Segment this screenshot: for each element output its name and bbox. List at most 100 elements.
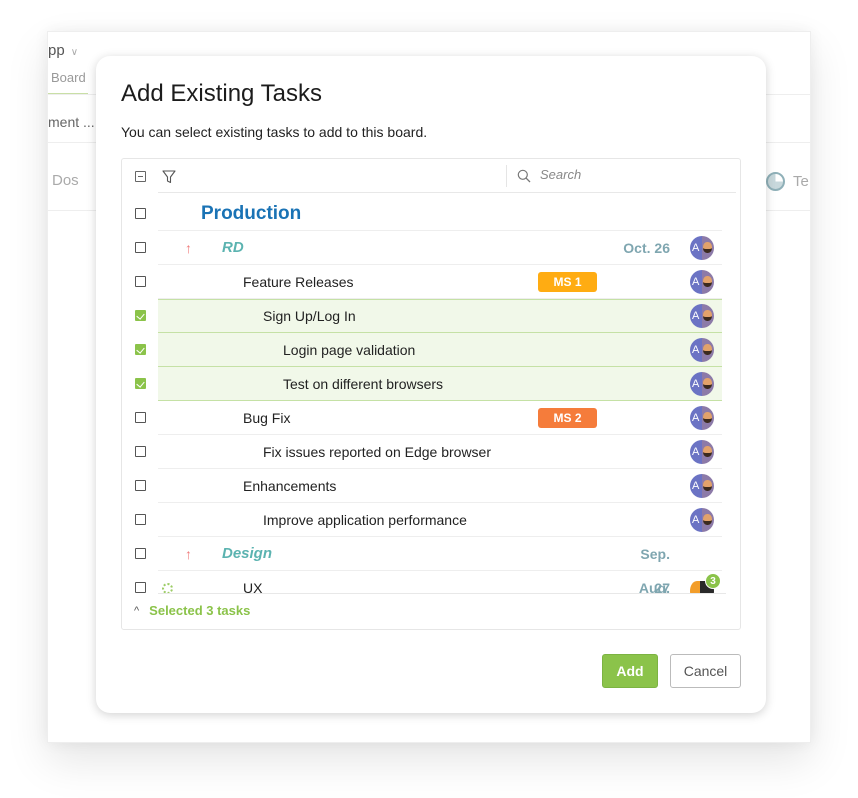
task-row[interactable]: Sign Up/Log In A [122,299,736,333]
cancel-button[interactable]: Cancel [670,654,741,688]
task-name: Sign Up/Log In [263,308,356,324]
avatar-initial: A [692,480,700,492]
add-button[interactable]: Add [602,654,658,688]
assignee-avatar: A [690,372,714,396]
task-name: Feature Releases [243,274,354,290]
task-name: UX [243,580,263,593]
avatar-photo [703,514,712,525]
task-row[interactable]: Enhancements A [122,469,736,503]
task-name: Enhancements [243,478,337,494]
assignee-avatar: A [690,508,714,532]
avatar-photo [703,276,712,287]
assignee-avatar: A [690,338,714,362]
avatar-initial: A [692,344,700,356]
row-checkbox[interactable] [135,242,146,253]
assignee-avatar: A [690,440,714,464]
row-checkbox[interactable] [135,480,146,491]
selected-tasks-toggle[interactable]: ^ Selected 3 tasks [134,603,250,618]
in-progress-status-icon [162,583,173,593]
avatar-photo [703,344,712,355]
filter-icon[interactable] [161,169,177,185]
assignee-avatar: A [690,406,714,430]
row-checkbox[interactable] [135,412,146,423]
dialog-subtitle: You can select existing tasks to add to … [121,124,428,140]
row-background [158,299,722,333]
row-checkbox[interactable] [135,582,146,593]
add-existing-tasks-dialog: Add Existing Tasks You can select existi… [96,56,766,713]
search-icon [517,169,531,183]
assignee-count-badge: 3 [705,573,721,589]
avatar-photo [703,412,712,423]
avatar-photo [703,446,712,457]
task-row[interactable]: Feature Releases MS 1 A [122,265,736,299]
avatar-photo [703,378,712,389]
toolbar-separator [506,165,507,187]
assignee-avatar-group: 3 [690,573,721,593]
column-header-right: Te [766,172,809,191]
task-row[interactable]: Test on different browsers A [122,367,736,401]
avatar-photo [703,310,712,321]
row-checkbox[interactable] [135,446,146,457]
avatar-initial: A [692,276,700,288]
task-name: Improve application performance [263,512,467,528]
selected-count-label: Selected 3 tasks [149,603,251,618]
avatar-initial: A [692,242,700,254]
chevron-up-icon: ^ [134,604,140,617]
milestone-badge: MS 1 [538,272,597,292]
priority-up-arrow-icon: ↑ [185,240,192,256]
row-background [158,333,722,367]
task-row[interactable]: ↑ Design Sep. 27 [122,537,736,593]
search-input[interactable] [540,167,720,182]
toolbar-divider [158,192,736,193]
column-header-left: Dos [52,172,79,189]
task-row[interactable]: Production [122,197,736,231]
task-picker-panel: Production ↑ RD Oct. 26 A Feature Releases MS … [121,158,741,630]
dialog-title: Add Existing Tasks [121,80,322,107]
task-row[interactable]: Fix issues reported on Edge browser A [122,435,736,469]
row-checkbox[interactable] [135,378,146,389]
column-header-right-label: Te [793,173,809,190]
task-row[interactable]: ↑ RD Oct. 26 A [122,231,736,265]
priority-up-arrow-icon: ↑ [185,546,192,562]
row-checkbox[interactable] [135,548,146,559]
divider [158,593,726,594]
avatar-photo [703,480,712,491]
task-row[interactable]: Login page validation A [122,333,736,367]
avatar-initial: A [692,310,700,322]
row-checkbox[interactable] [135,514,146,525]
project-selector[interactable]: pp ∨ [48,42,78,59]
group-name: Design [222,545,273,562]
task-name: Login page validation [283,342,416,358]
row-checkbox[interactable] [135,344,146,355]
avatar-photo [703,242,712,253]
row-checkbox[interactable] [135,208,146,219]
due-date: Aug. 22 [638,580,670,593]
project-name: Production [201,203,302,224]
avatar-initial: A [692,514,700,526]
chevron-down-icon: ∨ [70,47,79,58]
row-checkbox[interactable] [135,310,146,321]
assignee-avatar: A [690,236,714,260]
task-row[interactable]: Improve application performance A [122,503,736,537]
task-row[interactable]: UX Aug. 22 3 [122,571,736,593]
collapse-all-icon[interactable] [135,171,146,182]
task-list: Production ↑ RD Oct. 26 A Feature Releases MS … [122,197,736,593]
task-picker-toolbar [122,159,736,193]
avatar-initial: A [692,446,700,458]
tab-board[interactable]: Board [48,70,88,95]
task-name: Test on different browsers [283,376,444,392]
milestone-badge: MS 2 [538,408,597,428]
progress-pie-icon [766,172,785,191]
assignee-avatar: A [690,474,714,498]
assignee-avatar: A [690,270,714,294]
avatar-initial: A [692,378,700,390]
task-row[interactable]: Bug Fix MS 2 A [122,401,736,435]
task-name: Bug Fix [243,410,291,426]
filter-label: ment ... [48,114,95,130]
task-name: Fix issues reported on Edge browser [263,444,491,460]
group-name: RD [222,239,244,256]
avatar-initial: A [692,412,700,424]
due-date: Oct. 26 [623,240,670,256]
assignee-avatar: A [690,304,714,328]
row-checkbox[interactable] [135,276,146,287]
